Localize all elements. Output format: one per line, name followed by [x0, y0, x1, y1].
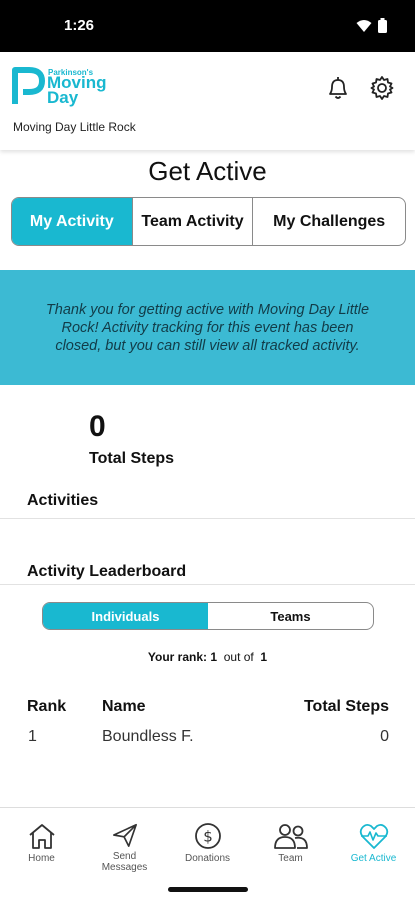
column-rank: Rank: [27, 698, 67, 715]
row-steps: 0: [380, 728, 389, 745]
rank-middle: out of: [223, 650, 254, 664]
column-name: Name: [102, 698, 146, 715]
leaderboard-toggle: Individuals Teams: [42, 602, 374, 630]
gear-icon[interactable]: [368, 74, 396, 102]
row-rank: 1: [28, 728, 37, 745]
activity-tabs: My Activity Team Activity My Challenges: [11, 197, 406, 246]
total-steps-label: Total Steps: [89, 450, 175, 467]
activities-heading: Activities: [27, 492, 99, 509]
nav-donations[interactable]: $ Donations: [166, 808, 249, 873]
tab-team-activity[interactable]: Team Activity: [133, 198, 254, 245]
heartbeat-icon: [359, 823, 388, 849]
nav-home[interactable]: Home: [0, 808, 83, 873]
nav-team[interactable]: Team: [249, 808, 332, 873]
home-icon: [28, 824, 55, 849]
tab-my-challenges[interactable]: My Challenges: [253, 198, 405, 245]
nav-get-active[interactable]: Get Active: [332, 808, 415, 873]
rank-summary: Your rank: 1 out of 1: [0, 650, 415, 664]
tab-my-challenges-label: My Challenges: [273, 213, 386, 230]
moving-day-logo[interactable]: Parkinson's Moving Day: [12, 66, 122, 110]
battery-icon: [378, 18, 387, 33]
column-total-steps: Total Steps: [303, 698, 389, 715]
nav-send-messages-label: Send Messages: [101, 851, 148, 873]
tracking-closed-banner: Thank you for getting active with Moving…: [0, 270, 415, 385]
nav-team-label: Team: [278, 853, 303, 864]
rank-value: 1: [210, 650, 218, 664]
individuals-toggle-button[interactable]: Individuals: [43, 603, 208, 629]
send-icon: [112, 823, 137, 847]
leaderboard-heading: Activity Leaderboard: [27, 563, 187, 580]
status-bar: 1:26: [0, 0, 415, 52]
bottom-nav: Home Send Messages $ Donations Team Get …: [0, 807, 415, 873]
app-header: Parkinson's Moving Day Moving Day Little…: [0, 52, 415, 150]
tracking-closed-message: Thank you for getting active with Moving…: [45, 301, 370, 354]
nav-send-messages[interactable]: Send Messages: [83, 808, 166, 873]
wifi-icon: [356, 19, 372, 32]
nav-donations-label: Donations: [184, 853, 231, 864]
dollar-icon: $: [194, 823, 221, 849]
nav-home-label: Home: [28, 853, 55, 864]
home-bar: [0, 873, 415, 900]
bell-icon[interactable]: [324, 74, 352, 102]
event-name: Moving Day Little Rock: [13, 120, 136, 134]
svg-text:$: $: [203, 828, 213, 846]
divider: [0, 518, 415, 519]
rank-prefix: Your rank:: [147, 650, 208, 664]
logo-p-icon: [12, 67, 45, 104]
logo-title: Moving Day: [47, 73, 107, 107]
page-title: Get Active: [148, 156, 267, 186]
rank-total: 1: [260, 650, 268, 664]
row-name: Boundless F.: [102, 728, 194, 745]
nav-get-active-label: Get Active: [350, 853, 397, 864]
home-indicator[interactable]: [168, 887, 248, 892]
total-steps-value: 0: [89, 410, 106, 443]
tab-my-activity[interactable]: My Activity: [12, 198, 133, 245]
team-icon: [273, 824, 308, 849]
teams-toggle-button[interactable]: Teams: [208, 603, 373, 629]
status-time: 1:26: [64, 17, 95, 34]
divider: [0, 584, 415, 585]
status-icons: [356, 18, 387, 33]
